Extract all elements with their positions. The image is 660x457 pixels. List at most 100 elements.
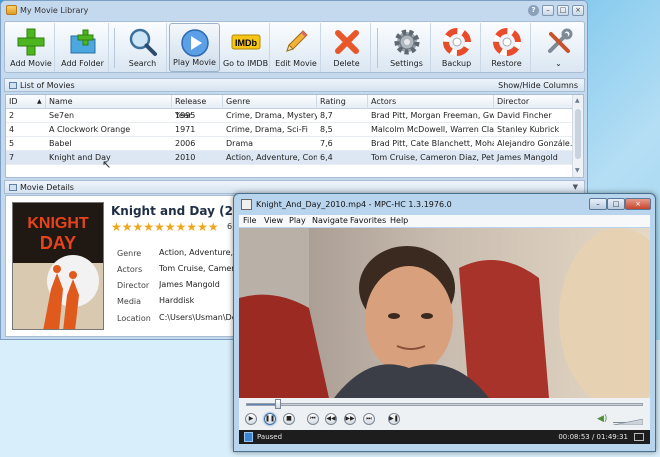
scroll-down-arrow-icon[interactable]: ▼ bbox=[575, 167, 580, 174]
settings-button[interactable]: Settings bbox=[383, 23, 431, 72]
edit-movie-button[interactable]: Edit Movie bbox=[272, 23, 321, 72]
grid-vertical-scrollbar[interactable]: ▲ ▼ bbox=[572, 95, 583, 177]
actors-label: Actors bbox=[117, 265, 143, 274]
play-button[interactable]: ▶ bbox=[245, 413, 257, 425]
column-header-rating[interactable]: Rating bbox=[317, 95, 368, 109]
app-icon bbox=[6, 5, 17, 15]
movie-details-header: Movie Details ▼ bbox=[4, 180, 585, 194]
fast-forward-button[interactable]: ▶▶ bbox=[344, 413, 356, 425]
poster-title-knight: KNIGHT bbox=[27, 215, 89, 232]
column-header-name[interactable]: Name bbox=[46, 95, 172, 109]
toolbar-separator bbox=[377, 28, 378, 68]
menu-favorites[interactable]: Favorites bbox=[350, 216, 386, 225]
video-scene bbox=[239, 228, 650, 398]
menu-view[interactable]: View bbox=[264, 216, 283, 225]
rewind-button[interactable]: ◀◀ bbox=[325, 413, 337, 425]
frame-step-button[interactable]: ▶❚ bbox=[388, 413, 400, 425]
seek-track[interactable] bbox=[246, 403, 643, 406]
player-maximize-button[interactable]: □ bbox=[607, 198, 625, 210]
playback-status: Paused bbox=[257, 433, 283, 441]
restore-button[interactable]: Restore bbox=[483, 23, 531, 72]
pause-button[interactable]: ❚❚ bbox=[264, 413, 276, 425]
lifebuoy-icon bbox=[492, 28, 521, 56]
scroll-up-arrow-icon[interactable]: ▲ bbox=[575, 97, 580, 104]
minimize-button[interactable]: – bbox=[542, 5, 554, 16]
column-header-director[interactable]: Director bbox=[494, 95, 573, 109]
collapse-chevron-icon[interactable]: ▼ bbox=[573, 183, 578, 191]
imdb-icon: IMDb bbox=[231, 34, 260, 50]
grid-header: ID ▲ Name Release Year Genre Rating Actor… bbox=[6, 95, 573, 120]
tools-dropdown-chevron: ⌄ bbox=[555, 59, 562, 68]
details-icon bbox=[9, 184, 17, 191]
list-of-movies-header: List of Movies Show/Hide Columns bbox=[4, 78, 585, 92]
genre-value: Action, Adventure, Co bbox=[159, 248, 234, 257]
maximize-button[interactable]: □ bbox=[557, 5, 569, 16]
go-to-imdb-button[interactable]: IMDb Go to IMDB bbox=[222, 23, 270, 72]
previous-button[interactable]: ⏮ bbox=[307, 413, 319, 425]
column-header-actors[interactable]: Actors bbox=[368, 95, 494, 109]
play-movie-button[interactable]: Play Movie bbox=[169, 23, 220, 72]
location-value: C:\Users\Usman\De bbox=[159, 313, 234, 322]
add-movie-button[interactable]: Add Movie bbox=[8, 23, 55, 72]
main-toolbar: Add Movie Add Folder Search Play Movie I… bbox=[4, 21, 585, 73]
help-icon[interactable]: ? bbox=[528, 5, 539, 16]
media-label: Media bbox=[117, 297, 142, 306]
menu-file[interactable]: File bbox=[243, 216, 256, 225]
stop-button[interactable]: ■ bbox=[283, 413, 295, 425]
window-title: My Movie Library bbox=[20, 6, 89, 15]
player-close-button[interactable]: × bbox=[625, 198, 651, 210]
playback-time: 00:08:53 / 01:49:31 bbox=[558, 433, 628, 441]
tools-icon bbox=[547, 28, 572, 53]
title-bar[interactable]: My Movie Library ? – □ × bbox=[1, 1, 587, 20]
rating-stars: ★★★★★★★★★★ bbox=[111, 220, 219, 234]
table-row[interactable]: 5 Babel 2006 Drama 7,6 Brad Pitt, Cate B… bbox=[6, 137, 573, 151]
backup-button[interactable]: Backup bbox=[433, 23, 481, 72]
menu-help[interactable]: Help bbox=[390, 216, 408, 225]
delete-button[interactable]: Delete bbox=[323, 23, 371, 72]
table-row[interactable]: 2 Se7en 1995 Crime, Drama, Mystery, ... … bbox=[6, 109, 573, 123]
seek-thumb[interactable] bbox=[275, 399, 282, 409]
mpc-hc-player-window: Knight_And_Day_2010.mp4 - MPC-HC 1.3.197… bbox=[233, 193, 656, 452]
toolbar-separator bbox=[114, 28, 115, 68]
status-screen-icon bbox=[634, 433, 644, 441]
mouse-cursor-icon: ↖ bbox=[102, 158, 112, 171]
location-label: Location bbox=[117, 314, 151, 323]
poster-title-day: DAY bbox=[39, 233, 77, 253]
x-icon bbox=[334, 30, 359, 54]
actors-value: Tom Cruise, Camero bbox=[159, 264, 234, 273]
column-header-genre[interactable]: Genre bbox=[223, 95, 317, 109]
player-minimize-button[interactable]: – bbox=[589, 198, 607, 210]
volume-icon[interactable]: ◀) bbox=[597, 414, 609, 425]
add-folder-button[interactable]: Add Folder bbox=[57, 23, 109, 72]
volume-wedge bbox=[612, 418, 644, 426]
pencil-icon bbox=[286, 30, 308, 52]
table-row-selected[interactable]: 7 Knight and Day 2010 Action, Adventure,… bbox=[6, 151, 573, 165]
player-menu-bar: File View Play Navigate Favorites Help bbox=[239, 215, 650, 227]
menu-play[interactable]: Play bbox=[289, 216, 306, 225]
video-frame[interactable] bbox=[239, 228, 650, 398]
volume-slider[interactable] bbox=[612, 418, 644, 426]
play-icon bbox=[180, 29, 209, 57]
list-icon bbox=[9, 82, 17, 89]
sort-ascending-icon: ▲ bbox=[37, 98, 42, 105]
player-status-bar: Paused 00:08:53 / 01:49:31 bbox=[239, 430, 650, 444]
seek-bar[interactable] bbox=[239, 398, 650, 410]
column-header-release-year[interactable]: Release Year bbox=[172, 95, 223, 120]
show-hide-columns-link[interactable]: Show/Hide Columns bbox=[498, 81, 578, 90]
tools-button[interactable]: ⌄ bbox=[533, 23, 584, 72]
magnifier-icon bbox=[129, 28, 157, 56]
plus-icon bbox=[17, 28, 45, 56]
close-button[interactable]: × bbox=[572, 5, 584, 16]
genre-label: Genre bbox=[117, 249, 142, 258]
search-button[interactable]: Search bbox=[119, 23, 167, 72]
column-header-id[interactable]: ID ▲ bbox=[6, 95, 46, 109]
table-row[interactable]: 4 A Clockwork Orange 1971 Crime, Drama, … bbox=[6, 123, 573, 137]
menu-navigate[interactable]: Navigate bbox=[312, 216, 348, 225]
lifebuoy-icon bbox=[442, 28, 471, 56]
status-file-icon bbox=[244, 432, 253, 442]
svg-text:IMDb: IMDb bbox=[235, 38, 257, 48]
playback-controls: ▶ ❚❚ ■ ⏮ ◀◀ ▶▶ ⏭ ▶❚ ◀) bbox=[239, 410, 650, 430]
movies-grid: ID ▲ Name Release Year Genre Rating Actor… bbox=[5, 94, 584, 178]
next-button[interactable]: ⏭ bbox=[363, 413, 375, 425]
scrollbar-thumb[interactable] bbox=[575, 109, 581, 159]
